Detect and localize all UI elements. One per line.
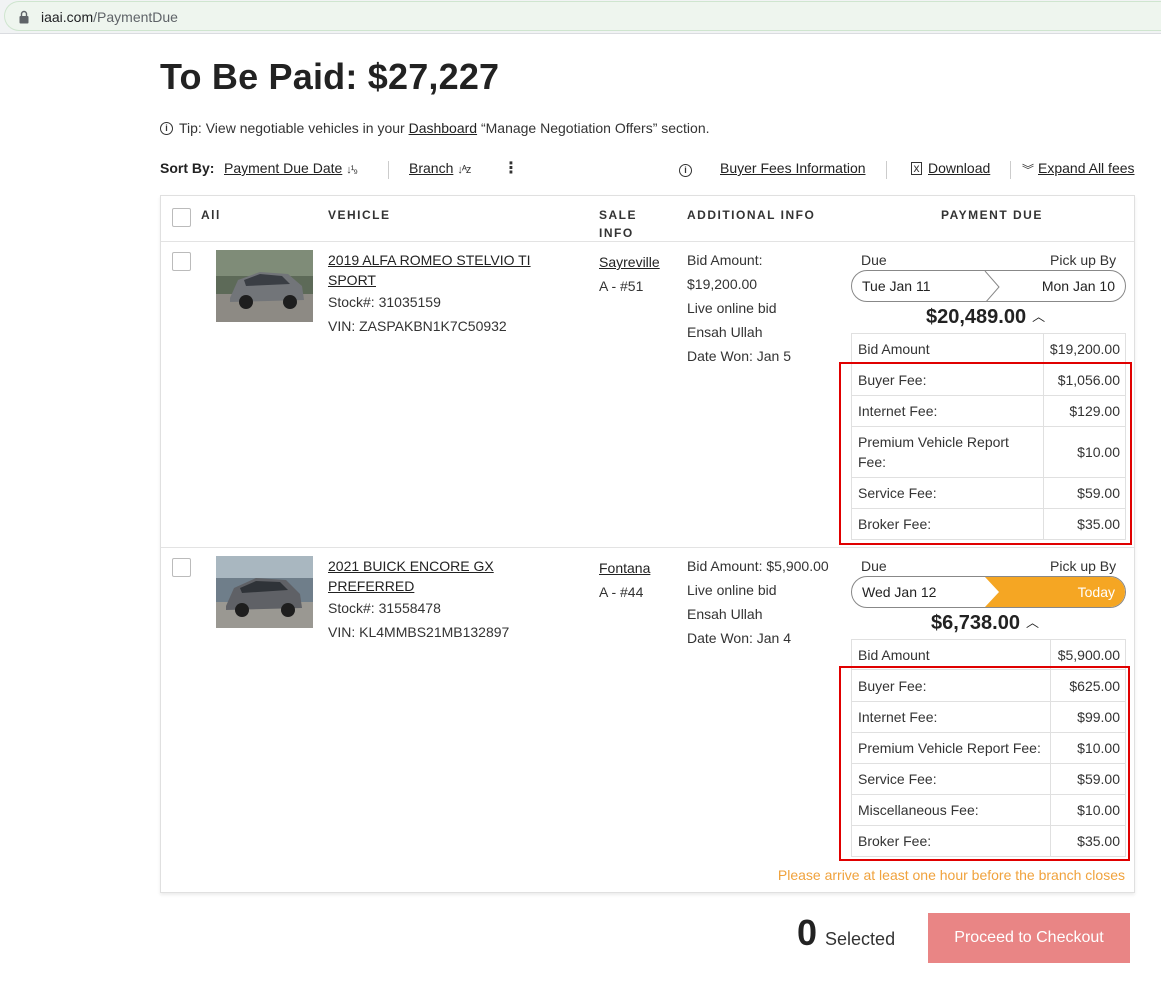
double-chevron-down-icon: ︾: [1022, 163, 1035, 177]
sort-numeric-icon: ↓¹₉: [346, 164, 357, 176]
due-pickup-dates: Wed Jan 12 Today: [851, 576, 1126, 608]
branch-closing-warning: Please arrive at least one hour before t…: [777, 867, 1125, 883]
info-icon: i: [160, 121, 173, 135]
sort-label: Sort By:: [160, 160, 215, 176]
stock-number: Stock#: 31035159: [328, 294, 441, 310]
address-field[interactable]: iaai.com/PaymentDue: [4, 1, 1161, 31]
additional-info: Bid Amount: $19,200.00 Live online bid E…: [687, 252, 792, 364]
buyer-fees-info-link[interactable]: Buyer Fees Information: [720, 160, 866, 176]
vin-number: VIN: ZASPAKBN1K7C50932: [328, 318, 507, 334]
vehicle-title-link[interactable]: 2021 BUICK ENCORE GX PREFERRED: [328, 556, 558, 596]
chevron-up-icon: ︿: [1025, 615, 1039, 630]
due-date: Tue Jan 11: [862, 278, 931, 294]
due-pickup-dates: Tue Jan 11 Mon Jan 10: [851, 270, 1126, 302]
lane-number: A - #44: [599, 584, 644, 600]
pickup-label: Pick up By: [1050, 252, 1117, 268]
fee-highlight-box: [839, 362, 1132, 545]
row-checkbox[interactable]: [172, 558, 191, 577]
header-additional-info: ADDITIONAL INFO: [687, 208, 816, 222]
expand-all-fees-link[interactable]: Expand All fees: [1038, 160, 1135, 176]
vehicle-title-link[interactable]: 2019 ALFA ROMEO STELVIO TI SPORT: [328, 250, 558, 290]
sort-payment-due-date[interactable]: Payment Due Date ↓¹₉: [224, 160, 358, 176]
header-payment-due: PAYMENT DUE: [941, 208, 1043, 222]
table-header: All VEHICLE SALE INFO ADDITIONAL INFO PAY…: [161, 196, 1134, 242]
due-label: Due: [861, 558, 887, 574]
more-options-icon[interactable]: ⋮: [503, 158, 519, 178]
selected-count: 0 Selected: [797, 912, 896, 953]
due-date: Wed Jan 12: [862, 584, 937, 600]
vin-number: VIN: KL4MMBS21MB132897: [328, 624, 510, 640]
url-text: iaai.com/PaymentDue: [41, 9, 178, 25]
additional-info: Bid Amount: $5,900.00 Live online bid En…: [687, 558, 829, 646]
vehicle-thumbnail[interactable]: [216, 556, 313, 628]
total-amount-toggle[interactable]: $6,738.00 ︿: [931, 612, 1039, 635]
branch-link[interactable]: Sayreville: [599, 254, 660, 270]
download-link[interactable]: Download: [928, 160, 990, 176]
browser-url-bar: iaai.com/PaymentDue: [0, 0, 1161, 34]
lock-icon: [19, 10, 29, 24]
pickup-date: Today: [1077, 584, 1115, 600]
sort-alpha-icon: ↓ᴬz: [457, 164, 471, 176]
branch-link[interactable]: Fontana: [599, 560, 650, 576]
header-all: All: [201, 208, 221, 222]
proceed-to-checkout-button[interactable]: Proceed to Checkout: [928, 913, 1130, 963]
chevron-up-icon: ︿: [1032, 309, 1046, 324]
pickup-label: Pick up By: [1050, 558, 1117, 574]
divider: [388, 161, 389, 179]
dashboard-link[interactable]: Dashboard: [409, 120, 478, 136]
download-file-icon: x: [911, 162, 922, 175]
select-all-checkbox[interactable]: [172, 208, 191, 227]
row-checkbox[interactable]: [172, 252, 191, 271]
fee-row: Bid Amount $19,200.00: [851, 333, 1127, 364]
page-title: To Be Paid: $27,227: [160, 56, 500, 97]
fee-row: Bid Amount $5,900.00: [851, 639, 1126, 670]
sort-branch[interactable]: Branch ↓ᴬz: [409, 160, 471, 176]
due-label: Due: [861, 252, 887, 268]
total-amount-toggle[interactable]: $20,489.00 ︿: [926, 306, 1045, 329]
lane-number: A - #51: [599, 278, 644, 294]
info-icon[interactable]: i: [679, 164, 692, 177]
stock-number: Stock#: 31558478: [328, 600, 441, 616]
vehicle-thumbnail[interactable]: [216, 250, 313, 322]
header-sale-info: SALE INFO: [599, 208, 638, 240]
header-vehicle: VEHICLE: [328, 208, 391, 222]
tip-message: i Tip: View negotiable vehicles in your …: [160, 120, 710, 136]
sort-toolbar: Sort By: Payment Due Date ↓¹₉ Branch ↓ᴬz ⋮…: [160, 160, 1135, 180]
divider: [886, 161, 887, 179]
pickup-date: Mon Jan 10: [1041, 278, 1115, 294]
fee-highlight-box: [839, 666, 1130, 861]
divider: [1010, 161, 1011, 179]
